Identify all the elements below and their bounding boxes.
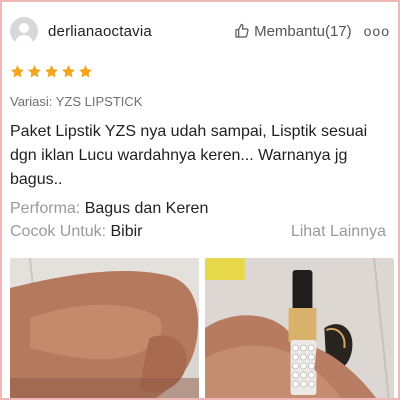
helpful-count: Membantu(17)	[254, 22, 352, 40]
rating-stars	[10, 64, 93, 79]
performance-key: Performa:	[10, 200, 81, 217]
review-card: derlianaoctavia Membantu(17) ooo Variasi…	[0, 0, 400, 400]
helpful-button[interactable]: Membantu(17)	[234, 23, 352, 40]
review-text: Paket Lipstik YZS nya udah sampai, Lispt…	[10, 123, 368, 188]
star-icon	[11, 65, 24, 78]
suitable-value: Bibir	[110, 223, 143, 240]
review-header: derlianaoctavia Membantu(17) ooo	[10, 14, 390, 48]
more-options-icon[interactable]: ooo	[364, 23, 390, 39]
review-photo-2[interactable]	[205, 258, 394, 398]
review-photo-1[interactable]	[10, 258, 199, 398]
star-icon	[28, 65, 41, 78]
username[interactable]: derlianaoctavia	[48, 23, 152, 40]
thumbs-up-icon	[235, 23, 249, 38]
suitable-attribute: Cocok Untuk: Bibir	[10, 223, 143, 241]
performance-value: Bagus dan Keren	[84, 200, 209, 217]
see-more-link[interactable]: Lihat Lainnya	[291, 223, 386, 241]
variant-label: Variasi: YZS LIPSTICK	[10, 94, 143, 109]
suitable-key: Cocok Untuk:	[10, 223, 107, 240]
star-icon	[62, 65, 75, 78]
review-photos	[10, 258, 394, 398]
user-avatar-icon[interactable]	[10, 17, 38, 45]
star-icon	[79, 65, 92, 78]
star-icon	[45, 65, 58, 78]
performance-attribute: Performa: Bagus dan Keren	[10, 200, 208, 218]
